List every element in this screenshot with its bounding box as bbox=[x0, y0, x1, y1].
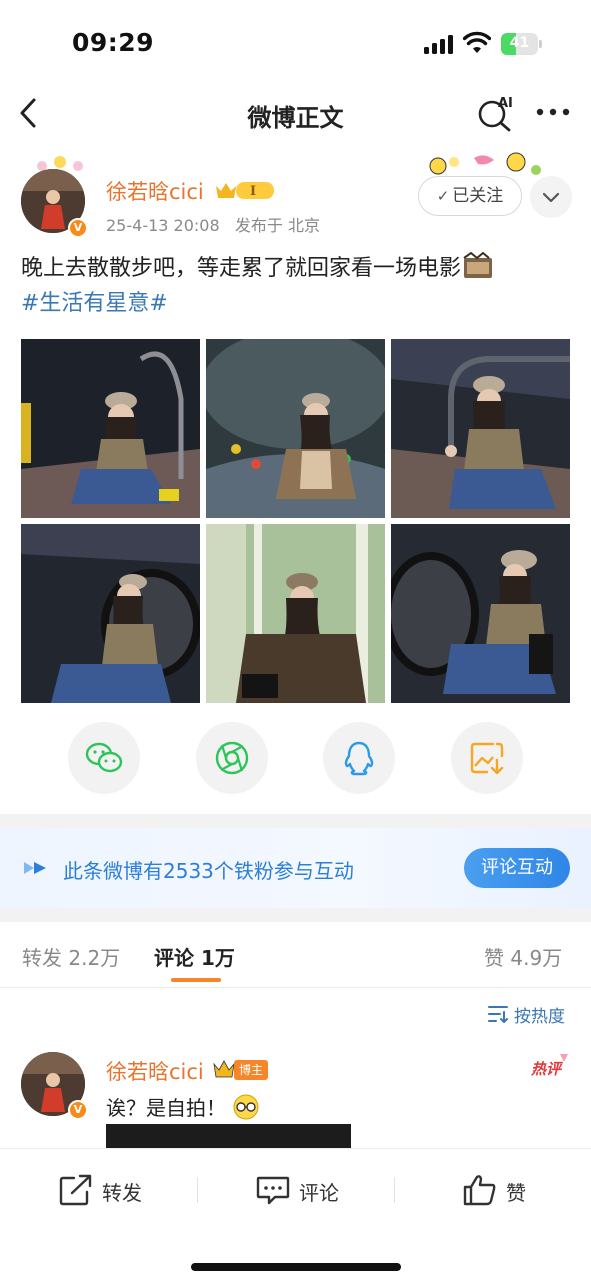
author-row: V 徐若晗cici I 25-4-13 20:08 发布于 北京 ✓ 已关注 bbox=[0, 150, 591, 240]
home-indicator bbox=[191, 1263, 401, 1271]
photo-grid bbox=[21, 339, 570, 703]
post-photo-1[interactable] bbox=[21, 339, 200, 518]
repost-button[interactable]: 转发 bbox=[58, 1173, 168, 1207]
qq-icon bbox=[344, 741, 374, 776]
moments-icon bbox=[215, 741, 249, 775]
film-emoji-icon bbox=[463, 252, 493, 278]
svg-text:I: I bbox=[250, 184, 256, 199]
sort-row: 按热度 bbox=[0, 996, 591, 1032]
share-row bbox=[0, 722, 591, 798]
hot-comment-badge-icon: 热评 bbox=[530, 1054, 568, 1078]
bottom-action-bar: 转发 评论 赞 bbox=[0, 1148, 591, 1280]
post-photo-2[interactable] bbox=[206, 339, 385, 518]
battery-level: 41 bbox=[509, 35, 530, 51]
post-meta: 25-4-13 20:08 发布于 北京 bbox=[106, 212, 320, 236]
status-time: 09:29 bbox=[72, 28, 155, 57]
follow-button[interactable]: ✓ 已关注 bbox=[418, 176, 522, 216]
share-qq-button[interactable] bbox=[323, 722, 395, 794]
member-level-badge-icon: I bbox=[216, 182, 274, 199]
interaction-tabs: 转发 2.2万 评论 1万 赞 4.9万 bbox=[0, 922, 591, 988]
post-photo-3[interactable] bbox=[391, 339, 570, 518]
post-photo-5[interactable] bbox=[206, 524, 385, 703]
topic-link[interactable]: #生活有星意# bbox=[21, 285, 168, 317]
save-image-button[interactable] bbox=[451, 722, 523, 794]
section-divider bbox=[0, 814, 591, 828]
wechat-icon bbox=[85, 742, 123, 773]
ai-search-icon[interactable]: AI bbox=[476, 94, 516, 132]
svg-text:AI: AI bbox=[498, 96, 513, 111]
glasses-emoji-icon bbox=[233, 1094, 259, 1120]
status-bar: 09:29 41 bbox=[0, 0, 591, 82]
comment-icon bbox=[256, 1176, 290, 1205]
chevron-down-icon[interactable] bbox=[530, 176, 572, 218]
sort-by-hot-button[interactable]: 按热度 bbox=[514, 1002, 565, 1027]
svg-text:热评: 热评 bbox=[530, 1060, 564, 1078]
verified-badge-icon: V bbox=[68, 1100, 88, 1120]
more-horizontal-icon[interactable] bbox=[534, 102, 572, 122]
battery-icon: 41 bbox=[501, 33, 542, 55]
post-timestamp: 25-4-13 20:08 bbox=[106, 216, 220, 235]
bottom-bar-divider bbox=[394, 1177, 395, 1203]
post-location: 发布于 北京 bbox=[234, 216, 320, 235]
tab-repost[interactable]: 转发 2.2万 bbox=[22, 942, 120, 971]
comment-interact-button[interactable]: 评论互动 bbox=[464, 848, 570, 888]
commenter-name[interactable]: 徐若晗cici bbox=[106, 1056, 204, 1086]
sort-icon[interactable] bbox=[487, 1004, 509, 1024]
wifi-icon bbox=[463, 31, 491, 53]
fan-interaction-banner[interactable]: 此条微博有2533个铁粉参与互动 评论互动 bbox=[0, 828, 591, 908]
signal-icon bbox=[424, 34, 454, 54]
comment-text: 诶？是自拍！ bbox=[106, 1092, 260, 1121]
author-role-badge: 博主 bbox=[234, 1060, 269, 1080]
post-photo-4[interactable] bbox=[21, 524, 200, 703]
bottom-bar-divider bbox=[197, 1177, 198, 1203]
repost-icon bbox=[59, 1174, 92, 1206]
active-tab-indicator bbox=[171, 978, 221, 982]
thumbs-up-icon bbox=[463, 1175, 496, 1206]
nav-bar: 微博正文 AI bbox=[0, 82, 591, 146]
save-image-icon bbox=[470, 742, 504, 775]
verified-badge-icon: V bbox=[68, 218, 88, 238]
member-crown-icon bbox=[213, 1060, 235, 1078]
like-button[interactable]: 赞 bbox=[462, 1173, 552, 1207]
post-photo-6[interactable] bbox=[391, 524, 570, 703]
comment-button[interactable]: 评论 bbox=[255, 1173, 365, 1207]
tab-comments[interactable]: 评论 1万 bbox=[154, 942, 235, 971]
fans-icon bbox=[24, 862, 46, 874]
comment-item: V 徐若晗cici 博主 热评 诶？是自拍！ bbox=[0, 1040, 591, 1150]
section-divider bbox=[0, 908, 591, 922]
tab-likes[interactable]: 赞 4.9万 bbox=[484, 942, 562, 971]
comment-image[interactable] bbox=[106, 1124, 351, 1150]
share-wechat-button[interactable] bbox=[68, 722, 140, 794]
check-icon: ✓ bbox=[436, 187, 450, 205]
share-moments-button[interactable] bbox=[196, 722, 268, 794]
author-name[interactable]: 徐若晗cici bbox=[106, 176, 204, 206]
fan-banner-text: 此条微博有2533个铁粉参与互动 bbox=[63, 859, 354, 883]
post-text: 晚上去散散步吧，等走累了就回家看一场电影 bbox=[21, 252, 571, 285]
